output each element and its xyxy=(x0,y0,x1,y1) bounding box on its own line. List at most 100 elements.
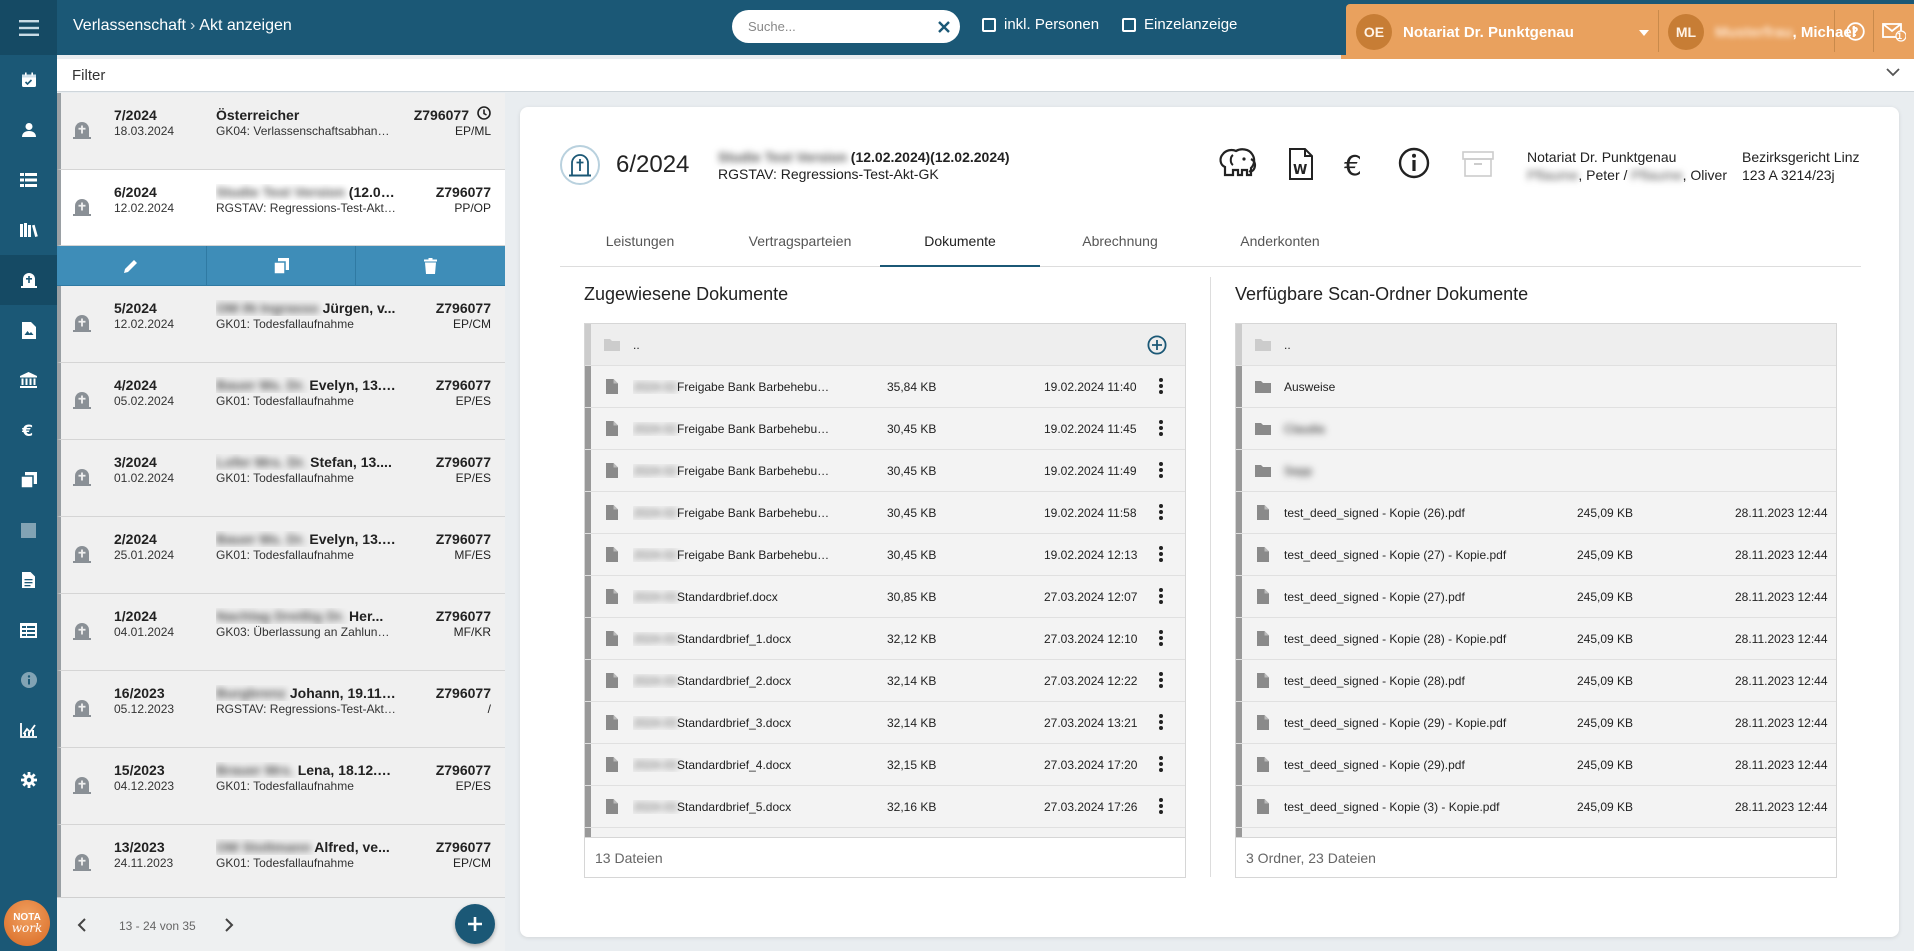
scan-document-row[interactable]: test_deed_signed - Kopie (28) - Kopie.pd… xyxy=(1236,618,1836,660)
tab-anderkonten[interactable]: Anderkonten xyxy=(1200,215,1360,266)
checkbox-box[interactable] xyxy=(1122,17,1136,32)
document-row[interactable]: 2024-03Standardbrief_2.docx 32,14 KB 27.03… xyxy=(585,660,1185,702)
nav-library[interactable] xyxy=(0,205,57,255)
chevron-left-icon[interactable] xyxy=(77,917,87,933)
notawork-logo[interactable]: NOTA work xyxy=(4,900,50,946)
caret-down-icon[interactable] xyxy=(1639,30,1649,36)
add-circle-icon[interactable] xyxy=(1147,335,1167,355)
nav-statistics[interactable] xyxy=(0,705,57,755)
document-row[interactable]: 2024-03Standardbrief.docx 30,85 KB 27.03.2… xyxy=(585,576,1185,618)
parent-folder-row[interactable]: .. xyxy=(1236,324,1836,366)
estate-list-item[interactable]: 2/2024 25.01.2024 Bauer Ms. Dr. Evelyn, 13… xyxy=(57,517,505,594)
info-icon[interactable] xyxy=(1398,147,1430,179)
mail-icon[interactable] xyxy=(1882,22,1906,42)
more-options-icon[interactable] xyxy=(1159,378,1163,397)
folder-row[interactable]: Ausweise xyxy=(1236,366,1836,408)
document-row[interactable]: 2024-03Standardbrief_3.docx 32,14 KB 27.03… xyxy=(585,702,1185,744)
persons-checkbox[interactable]: inkl. Personen xyxy=(982,16,1099,33)
document-row[interactable] xyxy=(585,828,1185,837)
estate-list-item[interactable]: 3/2024 01.02.2024 Lofer Mrs. Dr. Stefan, 1… xyxy=(57,440,505,517)
single-view-checkbox[interactable]: Einzelanzeige xyxy=(1122,16,1237,33)
document-name: 2024-03Standardbrief_4.docx xyxy=(633,758,833,772)
help-icon[interactable]: ? xyxy=(1846,22,1865,41)
nav-calendar[interactable] xyxy=(0,55,57,105)
document-row[interactable]: 2024-02Freigabe Bank Barbehebung_4.docx 3… xyxy=(585,534,1185,576)
breadcrumb-item-estate[interactable]: Verlassenschaft xyxy=(73,17,186,35)
scan-document-row[interactable]: test_deed_signed - Kopie (29).pdf 245,09 … xyxy=(1236,744,1836,786)
tab-dokumente[interactable]: Dokumente xyxy=(880,215,1040,267)
more-options-icon[interactable] xyxy=(1159,714,1163,733)
estate-list-item[interactable]: 6/2024 12.02.2024 Studie Test Version (12.… xyxy=(57,170,505,246)
scan-document-row[interactable]: test_deed_signed - Kopie (3) - Kopie.pdf… xyxy=(1236,786,1836,828)
copy-button[interactable] xyxy=(207,246,357,285)
svg-text:W: W xyxy=(1293,163,1307,178)
nav-bank[interactable] xyxy=(0,355,57,405)
chevron-right-icon[interactable] xyxy=(224,917,234,933)
tab-abrechnung[interactable]: Abrechnung xyxy=(1040,215,1200,266)
nav-copies[interactable] xyxy=(0,455,57,505)
nav-settings[interactable] xyxy=(0,755,57,805)
document-row[interactable]: 2024-03Standardbrief_1.docx 32,12 KB 27.03… xyxy=(585,618,1185,660)
estate-list-item[interactable]: 1/2024 04.01.2024 Nachlag Dreißig Dr. Her.… xyxy=(57,594,505,671)
nav-list[interactable] xyxy=(0,155,57,205)
more-options-icon[interactable] xyxy=(1159,546,1163,565)
archive-icon[interactable] xyxy=(1462,151,1494,177)
document-row[interactable]: 2024-02Freigabe Bank Barbehebung_3.docx 3… xyxy=(585,492,1185,534)
more-options-icon[interactable] xyxy=(1159,462,1163,481)
folder-row[interactable]: Claudia xyxy=(1236,408,1836,450)
more-options-icon[interactable] xyxy=(1159,756,1163,775)
checkbox-box[interactable] xyxy=(982,17,996,32)
tab-leistungen[interactable]: Leistungen xyxy=(560,215,720,266)
search-input[interactable] xyxy=(748,19,938,34)
tab-vertragsparteien[interactable]: Vertragsparteien xyxy=(720,215,880,266)
file-icon xyxy=(591,379,633,394)
scan-document-row[interactable] xyxy=(1236,828,1836,837)
estate-list-item[interactable]: 7/2024 18.03.2024 Österreicher GK04: Verlas… xyxy=(57,93,505,170)
edit-button[interactable] xyxy=(57,246,207,285)
estate-list-item[interactable]: 4/2024 05.02.2024 Bauer Ms. Dr. Evelyn, 13… xyxy=(57,363,505,440)
scan-document-row[interactable]: test_deed_signed - Kopie (29) - Kopie.pd… xyxy=(1236,702,1836,744)
folder-row[interactable]: Sepp xyxy=(1236,450,1836,492)
nav-estates[interactable] xyxy=(0,255,57,305)
nav-documents[interactable] xyxy=(0,305,57,355)
menu-button[interactable] xyxy=(0,0,57,55)
scan-document-row[interactable]: test_deed_signed - Kopie (26).pdf 245,09 … xyxy=(1236,492,1836,534)
estate-list-item[interactable]: 5/2024 12.02.2024 OM IN Ingrasso Jürgen, v… xyxy=(57,286,505,363)
more-options-icon[interactable] xyxy=(1159,588,1163,607)
more-options-icon[interactable] xyxy=(1159,798,1163,817)
estate-code: Z796077 xyxy=(435,454,491,470)
chevron-down-icon[interactable] xyxy=(1886,68,1900,77)
estate-list-item[interactable]: 16/2023 05.12.2023 Burgbrenz Johann, 19.11… xyxy=(57,671,505,748)
nav-persons[interactable] xyxy=(0,105,57,155)
more-options-icon[interactable] xyxy=(1159,672,1163,691)
delete-button[interactable] xyxy=(356,246,505,285)
user-avatar[interactable]: ML xyxy=(1668,14,1704,50)
more-options-icon[interactable] xyxy=(1159,420,1163,439)
add-estate-button[interactable] xyxy=(455,904,495,944)
office-name[interactable]: Notariat Dr. Punktgenau xyxy=(1403,24,1574,41)
nav-reports[interactable] xyxy=(0,605,57,655)
document-row[interactable]: 2024-02Freigabe Bank Barbehebung.docx 35,… xyxy=(585,366,1185,408)
nav-info[interactable] xyxy=(0,655,57,705)
document-row[interactable]: 2024-03Standardbrief_5.docx 32,16 KB 27.03… xyxy=(585,786,1185,828)
more-options-icon[interactable] xyxy=(1159,504,1163,523)
document-row[interactable]: 2024-02Freigabe Bank Barbehebung_1.docx 3… xyxy=(585,408,1185,450)
scan-document-row[interactable]: test_deed_signed - Kopie (28).pdf 245,09 … xyxy=(1236,660,1836,702)
elephant-icon[interactable] xyxy=(1217,145,1259,181)
document-row[interactable]: 2024-02Freigabe Bank Barbehebung_2.docx 3… xyxy=(585,450,1185,492)
more-options-icon[interactable] xyxy=(1159,630,1163,649)
euro-icon[interactable]: € xyxy=(1344,151,1368,179)
estate-list-item[interactable]: 13/2023 24.11.2023 OM Stoltmann Alfred, ve… xyxy=(57,825,505,897)
close-icon[interactable] xyxy=(938,20,950,33)
document-row[interactable]: 2024-03Standardbrief_4.docx 32,15 KB 27.03… xyxy=(585,744,1185,786)
estate-list-item[interactable]: 15/2023 04.12.2023 Brauer Mrs. Lena, 18.12… xyxy=(57,748,505,825)
office-avatar[interactable]: OE xyxy=(1356,14,1392,50)
nav-files[interactable] xyxy=(0,555,57,605)
nav-billing[interactable]: € xyxy=(0,405,57,455)
parent-folder-row[interactable]: .. xyxy=(585,324,1185,366)
word-document-icon[interactable]: W xyxy=(1288,147,1314,181)
nav-blank[interactable] xyxy=(0,505,57,555)
scan-document-row[interactable]: test_deed_signed - Kopie (27) - Kopie.pd… xyxy=(1236,534,1836,576)
filter-bar[interactable]: Filter xyxy=(57,59,1914,92)
scan-document-row[interactable]: test_deed_signed - Kopie (27).pdf 245,09 … xyxy=(1236,576,1836,618)
